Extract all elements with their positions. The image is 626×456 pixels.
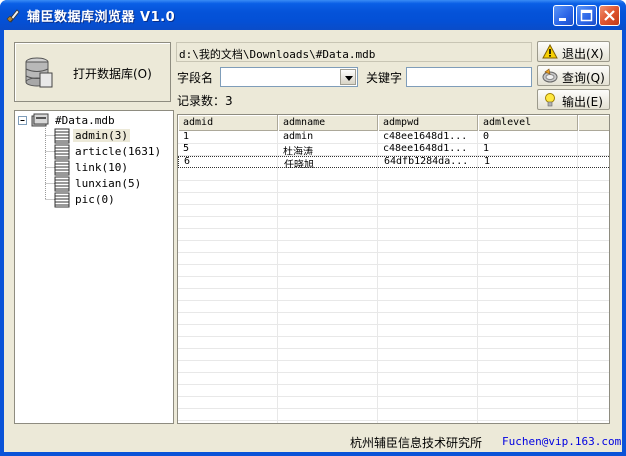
empty-row <box>178 409 609 421</box>
keyword-input[interactable] <box>406 67 532 87</box>
empty-row <box>178 241 609 253</box>
tree-item-link[interactable]: link(10) <box>75 161 128 174</box>
window-title: 辅臣数据库浏览器 V1.0 <box>27 10 176 25</box>
open-database-button[interactable]: 打开数据库(O) <box>14 42 171 102</box>
close-button[interactable] <box>599 5 620 26</box>
app-window: 辅臣数据库浏览器 V1.0 打开数据库(O) d:\我的文档\Downloads… <box>0 0 626 456</box>
client-area: 打开数据库(O) d:\我的文档\Downloads\#Data.mdb 字段名… <box>4 30 622 452</box>
empty-row <box>178 373 609 385</box>
column-header-admlevel[interactable]: admlevel <box>478 115 578 131</box>
table-icon <box>54 128 70 144</box>
title-bar[interactable]: 辅臣数据库浏览器 V1.0 <box>0 0 626 30</box>
empty-row <box>178 217 609 229</box>
empty-row <box>178 277 609 289</box>
cell-admid: 5 <box>183 143 190 154</box>
cell-admname: 任晓旭 <box>284 160 314 168</box>
record-count: 记录数：3 <box>177 94 233 108</box>
app-icon <box>6 9 20 23</box>
table-icon <box>54 176 70 192</box>
empty-row <box>178 397 609 409</box>
maximize-button[interactable] <box>576 5 597 26</box>
cell-admname: admin <box>283 131 314 142</box>
column-header-filler <box>578 115 609 131</box>
database-icon <box>25 57 53 88</box>
empty-row <box>178 337 609 349</box>
export-label: 输出(E) <box>562 95 603 109</box>
tree-item-admin[interactable]: admin(3) <box>73 129 130 142</box>
table-icon <box>54 192 70 208</box>
data-grid[interactable]: admid admname admpwd admlevel 1 admin c4… <box>177 114 610 424</box>
cell-admid: 1 <box>183 131 190 142</box>
minimize-icon <box>559 18 566 21</box>
empty-row <box>178 265 609 277</box>
empty-row <box>178 301 609 313</box>
cell-admpwd: c48ee1648d1... <box>383 143 468 154</box>
table-row-selected[interactable]: 6 任晓旭 64dfb1284da... 1 <box>178 156 609 168</box>
empty-row <box>178 349 609 361</box>
lightbulb-icon <box>545 93 555 107</box>
query-label: 查询(Q) <box>562 71 605 85</box>
status-company: 杭州辅臣信息技术研究所 <box>350 436 483 450</box>
exit-button[interactable]: 退出(X) <box>537 41 610 62</box>
column-header-admpwd[interactable]: admpwd <box>378 115 478 131</box>
open-database-label: 打开数据库(O) <box>73 67 152 81</box>
empty-row <box>178 181 609 193</box>
table-icon <box>54 160 70 176</box>
minimize-button[interactable] <box>553 5 574 26</box>
empty-row <box>178 313 609 325</box>
cell-admlevel: 0 <box>483 131 490 142</box>
empty-row <box>178 229 609 241</box>
exit-label: 退出(X) <box>562 47 604 61</box>
database-file-icon <box>31 113 49 127</box>
warning-icon <box>542 44 558 59</box>
empty-row <box>178 385 609 397</box>
empty-row <box>178 361 609 373</box>
column-header-admid[interactable]: admid <box>178 115 278 131</box>
grid-header: admid admname admpwd admlevel <box>178 115 609 131</box>
table-row[interactable]: 5 杜海涛 c48ee1648d1... 1 <box>178 143 609 156</box>
column-header-admname[interactable]: admname <box>278 115 378 131</box>
table-tree[interactable]: #Data.mdb admin(3) article(1631) link(10… <box>14 110 174 424</box>
empty-row <box>178 205 609 217</box>
status-bar: 杭州辅臣信息技术研究所 Fuchen@vip.163.com <box>4 430 622 452</box>
cell-admid: 6 <box>184 156 191 167</box>
query-button[interactable]: 查询(Q) <box>537 65 610 86</box>
cell-admlevel: 1 <box>484 156 491 167</box>
db-path-display: d:\我的文档\Downloads\#Data.mdb <box>176 42 532 62</box>
cell-admlevel: 1 <box>483 143 490 154</box>
field-name-label: 字段名 <box>177 71 214 85</box>
status-email-link[interactable]: Fuchen@vip.163.com <box>502 435 621 448</box>
chevron-down-icon[interactable] <box>340 69 356 85</box>
maximize-icon <box>580 9 593 22</box>
cell-admname: 杜海涛 <box>283 147 313 155</box>
tree-root[interactable]: #Data.mdb <box>55 114 115 127</box>
export-button[interactable]: 输出(E) <box>537 89 610 110</box>
cell-admpwd: c48ee1648d1... <box>383 131 468 142</box>
tree-item-article[interactable]: article(1631) <box>75 145 161 158</box>
tree-item-lunxian[interactable]: lunxian(5) <box>75 177 141 190</box>
keyword-label: 关键字 <box>366 71 403 85</box>
empty-row <box>178 289 609 301</box>
field-name-select[interactable] <box>220 67 358 87</box>
empty-row <box>178 253 609 265</box>
close-icon <box>604 10 615 21</box>
empty-row <box>178 169 609 181</box>
empty-row <box>178 193 609 205</box>
table-icon <box>54 144 70 160</box>
tree-item-pic[interactable]: pic(0) <box>75 193 115 206</box>
query-icon <box>542 68 558 83</box>
cell-admpwd: 64dfb1284da... <box>384 156 469 167</box>
empty-row <box>178 325 609 337</box>
